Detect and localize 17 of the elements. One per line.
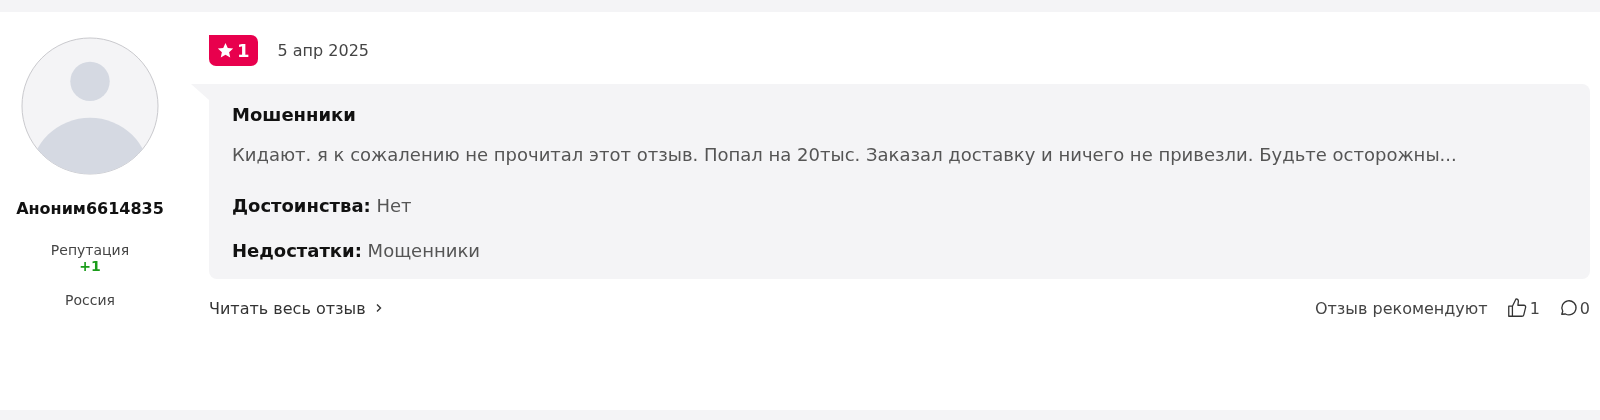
review-title: Мошенники xyxy=(232,104,357,125)
reputation-label: Репутация xyxy=(50,242,130,258)
rating-badge: 1 xyxy=(209,35,258,66)
thumbs-up-icon xyxy=(1505,297,1528,319)
reputation-value: +1 xyxy=(79,258,101,274)
review-field: Достоинства: Нет xyxy=(232,195,1566,216)
author-country: Россия xyxy=(65,292,115,308)
recommend-label: Отзыв рекомендуют xyxy=(1314,298,1488,318)
review-text: Кидают. я к сожалению не прочитал этот отзыв. Попал на 20тыс. Заказал доставку и ничего не привезли. Будьте осторожны... xyxy=(232,143,1458,167)
star-icon xyxy=(217,42,234,59)
avatar-icon xyxy=(21,37,159,175)
likes-button[interactable]: 1 xyxy=(1505,297,1540,319)
review-field: Недостатки: Мощенники xyxy=(232,240,1566,261)
comments-button[interactable]: 0 xyxy=(1557,298,1590,318)
read-more-link[interactable]: Читать весь отзыв xyxy=(209,298,384,318)
review-date: 5 апр 2025 xyxy=(277,41,370,60)
author-name[interactable]: Аноним6614835 xyxy=(16,199,164,218)
